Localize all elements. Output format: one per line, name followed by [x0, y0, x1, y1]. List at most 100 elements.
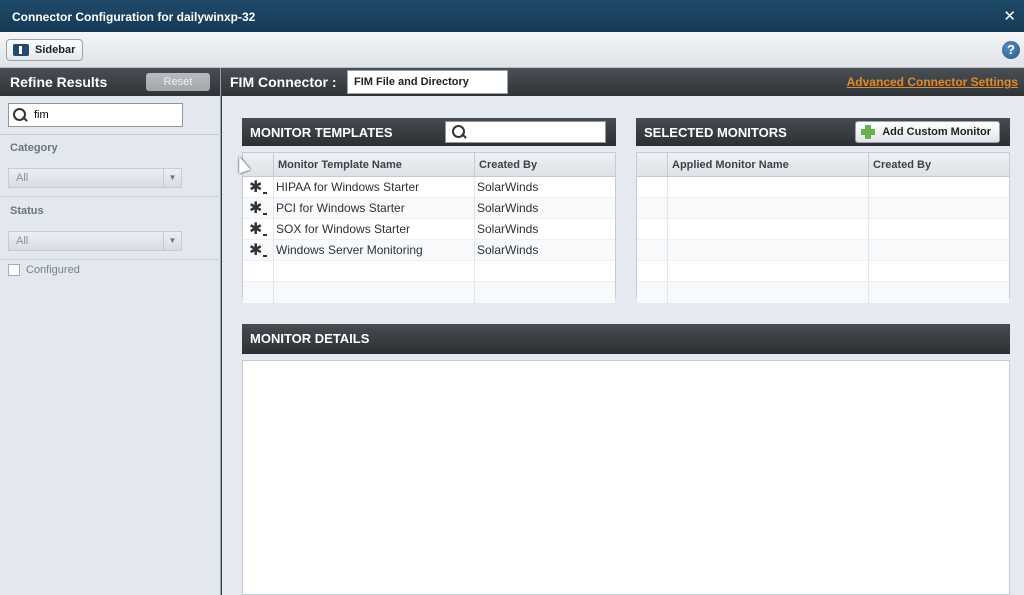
window-title: Connector Configuration for dailywinxp-3…	[12, 10, 256, 24]
grid-header: Applied Monitor Name Created By	[637, 153, 1009, 177]
chevron-down-icon: ▼	[163, 169, 181, 187]
sidebar-toggle-button[interactable]: Sidebar	[6, 39, 84, 61]
row-icon-cell	[637, 177, 668, 197]
empty-row	[637, 198, 1009, 219]
row-icon-cell	[243, 261, 274, 281]
created-by-cell: SolarWinds	[477, 180, 539, 194]
created-by-cell	[869, 261, 1009, 281]
row-icon-cell	[637, 198, 668, 218]
created-by-cell: SolarWinds	[477, 243, 539, 257]
reset-button[interactable]: Reset	[146, 73, 210, 91]
monitor-templates-grid: Monitor Template Name Created By HIPAA f…	[242, 152, 616, 303]
grid-header-icon-col	[637, 153, 668, 176]
sidebar-button-label: Sidebar	[35, 44, 76, 56]
table-row[interactable]: Windows Server Monitoring SolarWinds	[243, 240, 615, 261]
category-select-value: All	[16, 172, 29, 184]
row-icon-cell	[637, 219, 668, 239]
add-custom-monitor-label: Add Custom Monitor	[882, 126, 991, 138]
filter-search-input[interactable]	[34, 109, 174, 121]
monitor-templates-title: MONITOR TEMPLATES	[250, 125, 393, 140]
empty-row	[637, 240, 1009, 261]
configured-label: Configured	[26, 264, 80, 276]
row-icon-cell	[243, 177, 274, 197]
created-by-cell	[869, 282, 1009, 303]
created-by-cell	[475, 261, 615, 281]
monitor-details-title: MONITOR DETAILS	[250, 331, 370, 346]
row-icon-cell	[637, 282, 668, 303]
sidebar-title: Refine Results	[10, 74, 108, 90]
selected-monitors-header: SELECTED MONITORS Add Custom Monitor	[636, 118, 1010, 146]
created-by-cell: SolarWinds	[477, 201, 539, 215]
add-custom-monitor-button[interactable]: Add Custom Monitor	[855, 121, 1000, 143]
applied-monitor-cell	[668, 219, 869, 239]
search-icon	[13, 107, 28, 123]
applied-monitor-cell	[668, 198, 869, 218]
template-name-cell	[274, 282, 475, 303]
table-row[interactable]: SOX for Windows Starter SolarWinds	[243, 219, 615, 240]
row-icon-cell	[243, 240, 274, 260]
status-select[interactable]: All ▼	[8, 231, 182, 251]
sidebar-header: Refine Results Reset	[0, 68, 220, 96]
grid-header: Monitor Template Name Created By	[243, 153, 615, 177]
category-select[interactable]: All ▼	[8, 168, 182, 188]
applied-monitor-cell	[668, 282, 869, 303]
row-icon-cell	[243, 198, 274, 218]
empty-row	[637, 177, 1009, 198]
connector-bar: FIM Connector : FIM File and Directory A…	[222, 68, 1024, 96]
connector-select[interactable]: FIM File and Directory	[347, 70, 508, 94]
column-header-applied-monitor-name[interactable]: Applied Monitor Name	[668, 153, 869, 176]
table-row[interactable]: PCI for Windows Starter SolarWinds	[243, 198, 615, 219]
empty-row	[637, 261, 1009, 282]
chevron-down-icon: ▼	[163, 232, 181, 250]
filter-search-box[interactable]	[8, 103, 183, 127]
table-row[interactable]: HIPAA for Windows Starter SolarWinds	[243, 177, 615, 198]
selected-monitors-grid: Applied Monitor Name Created By	[636, 152, 1010, 303]
sidebar-icon	[13, 44, 29, 56]
template-search-input[interactable]	[445, 121, 606, 143]
category-label: Category	[10, 142, 58, 154]
gear-icon[interactable]	[249, 198, 267, 218]
close-icon[interactable]: ✕	[1003, 7, 1016, 25]
created-by-cell	[869, 219, 1009, 239]
row-icon-cell	[637, 261, 668, 281]
empty-row	[637, 282, 1009, 303]
gear-icon[interactable]	[249, 219, 267, 239]
gear-icon[interactable]	[249, 240, 267, 260]
status-label: Status	[10, 205, 44, 217]
empty-row	[637, 219, 1009, 240]
toolbar: Sidebar ?	[0, 32, 1024, 68]
monitor-details-header: MONITOR DETAILS	[242, 324, 1010, 354]
main-panel: FIM Connector : FIM File and Directory A…	[222, 68, 1024, 595]
template-name-cell: PCI for Windows Starter	[274, 198, 475, 218]
search-icon	[452, 125, 467, 140]
plus-icon	[860, 124, 876, 140]
configured-checkbox[interactable]	[8, 264, 20, 276]
advanced-connector-settings-link[interactable]: Advanced Connector Settings	[847, 75, 1018, 89]
status-select-value: All	[16, 235, 29, 247]
template-name-cell: HIPAA for Windows Starter	[274, 177, 475, 197]
created-by-cell	[475, 282, 615, 303]
gear-icon[interactable]	[249, 177, 267, 197]
empty-row	[243, 261, 615, 282]
divider	[0, 196, 221, 197]
created-by-cell	[869, 240, 1009, 260]
empty-row	[243, 282, 615, 303]
connector-label: FIM Connector :	[230, 74, 337, 90]
row-icon-cell	[243, 219, 274, 239]
applied-monitor-cell	[668, 261, 869, 281]
applied-monitor-cell	[668, 177, 869, 197]
column-header-created-by[interactable]: Created By	[475, 153, 615, 176]
configured-filter[interactable]: Configured	[8, 264, 80, 276]
window-title-bar: Connector Configuration for dailywinxp-3…	[0, 0, 1024, 32]
created-by-cell	[869, 198, 1009, 218]
column-header-created-by[interactable]: Created By	[869, 153, 1009, 176]
help-icon[interactable]: ?	[1002, 41, 1020, 59]
column-header-template-name[interactable]: Monitor Template Name	[274, 153, 475, 176]
monitor-details-body	[242, 360, 1010, 595]
created-by-cell: SolarWinds	[477, 222, 539, 236]
template-name-cell	[274, 261, 475, 281]
template-name-cell: SOX for Windows Starter	[274, 219, 475, 239]
row-icon-cell	[243, 282, 274, 303]
created-by-cell	[869, 177, 1009, 197]
divider	[0, 259, 221, 260]
